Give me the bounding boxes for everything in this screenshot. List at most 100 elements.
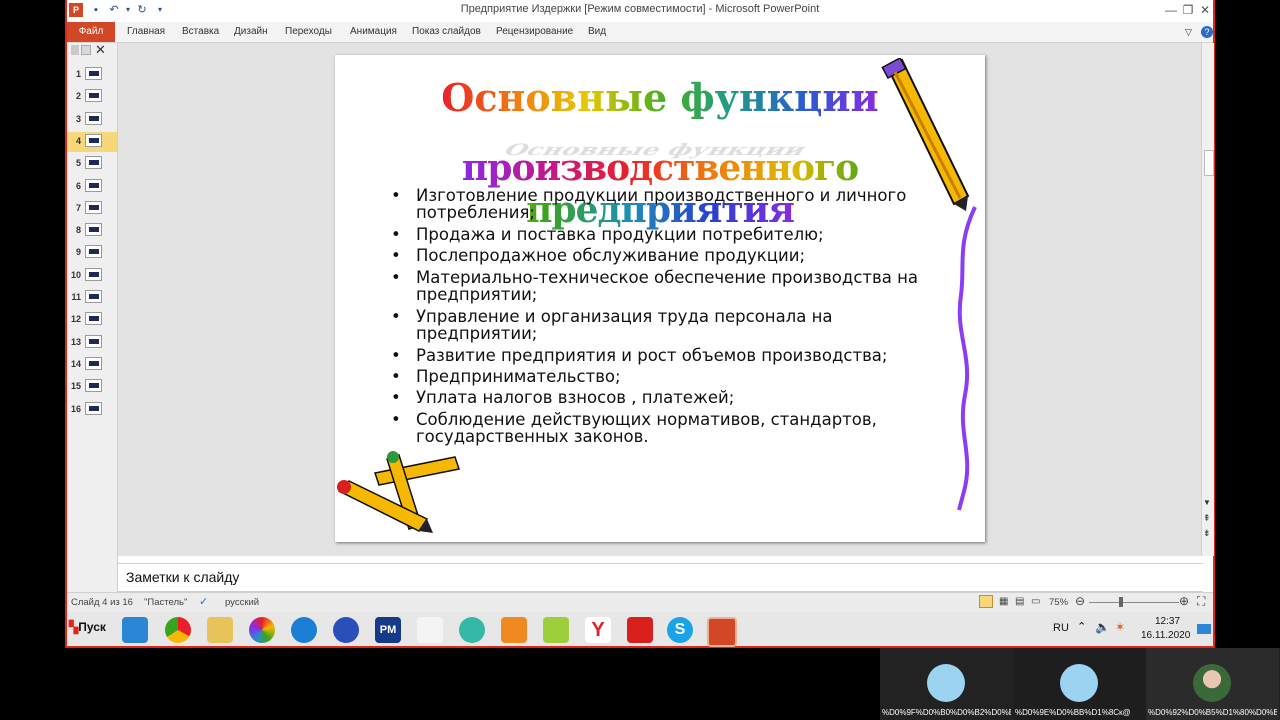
close-pane-icon[interactable]: ✕ [95, 42, 106, 58]
previous-slide-icon[interactable]: ⇞ [1203, 513, 1211, 524]
teamspeak-icon[interactable] [459, 617, 485, 643]
bullet-item: • Изготовление продукции производственног… [391, 187, 956, 221]
tab-home[interactable]: Главная [127, 22, 165, 42]
tray-expand-icon[interactable]: ⌃ [1077, 620, 1086, 633]
slide-sorter-icon[interactable]: ▦ [999, 596, 1008, 607]
tab-transitions[interactable]: Переходы [285, 22, 332, 42]
slide-thumbnail[interactable]: 13 [67, 333, 117, 353]
tab-insert[interactable]: Вставка [182, 22, 219, 42]
slide-thumbnail[interactable]: 3 [67, 110, 117, 130]
zoom-slider[interactable] [1089, 602, 1179, 603]
pm-app-icon[interactable]: PM [375, 617, 401, 643]
chrome-icon[interactable] [165, 617, 191, 643]
slide-thumbnail[interactable]: 16 [67, 400, 117, 420]
restore-button[interactable]: ❐ [1180, 2, 1196, 18]
parrot-app-icon[interactable] [501, 617, 527, 643]
zoom-slider-thumb[interactable] [1119, 597, 1123, 607]
slide-number: 2 [75, 91, 81, 102]
slide-number: 3 [75, 113, 81, 124]
participant-tile[interactable]: %D0%92%D0%B5%D1%80%D0%B0... [1146, 648, 1279, 720]
show-desktop-icon[interactable] [1197, 624, 1211, 634]
notes-pane[interactable]: Заметки к слайду [118, 563, 1203, 592]
slide-thumbnail[interactable]: 6 [67, 177, 117, 197]
clock-time[interactable]: 12:37 [1155, 616, 1180, 627]
slide-show-icon[interactable]: ▭ [1031, 596, 1040, 607]
bullet-dot-icon: • [391, 186, 401, 205]
slide-number: 13 [70, 336, 81, 347]
zoom-level[interactable]: 75% [1049, 597, 1068, 608]
spellcheck-icon[interactable]: ✓ [199, 595, 208, 608]
slide-preview-content [89, 137, 99, 143]
next-slide-icon[interactable]: ⇟ [1203, 528, 1211, 539]
participant-tile[interactable]: %D0%9E%D0%BB%D1%8Cк@ [1013, 648, 1146, 720]
slide-thumbnail[interactable]: 9 [67, 243, 117, 263]
slide-canvas[interactable]: Основные функции Основные функции произв… [335, 55, 985, 542]
slide-thumbnail[interactable]: 1 [67, 65, 117, 85]
bullet-dot-icon: • [391, 346, 401, 365]
tab-file[interactable]: Файл [67, 22, 115, 42]
scroll-down-arrow-icon[interactable]: ▼ [1203, 498, 1211, 507]
slide-thumbnail[interactable]: 10 [67, 266, 117, 286]
yandex-browser-icon[interactable]: Y [585, 617, 611, 643]
ts-app-icon[interactable] [333, 617, 359, 643]
bullet-text: Продажа и поставка продукции потребителю… [416, 225, 824, 244]
vertical-scrollbar[interactable]: ▼ ⇞ ⇟ [1201, 43, 1214, 556]
file-explorer-icon[interactable] [207, 617, 233, 643]
minimize-button[interactable]: — [1163, 2, 1179, 18]
photo-viewer-icon[interactable] [249, 617, 275, 643]
slide-number: 1 [75, 69, 81, 79]
zoom-out-icon[interactable]: ⊖ [1075, 594, 1085, 608]
language[interactable]: русский [225, 597, 259, 608]
input-language[interactable]: RU [1053, 622, 1069, 634]
help-icon[interactable]: ? [1201, 26, 1213, 38]
slide-preview-content [89, 204, 99, 210]
network-icon[interactable]: ✶ [1115, 620, 1125, 634]
ribbon-minimize-icon[interactable]: ▽ [1185, 22, 1192, 42]
close-button[interactable]: ✕ [1197, 2, 1213, 18]
slide-preview [85, 200, 102, 214]
clock-date[interactable]: 16.11.2020 [1141, 630, 1190, 641]
user-photo-avatar [1193, 664, 1231, 702]
slide-thumbnail[interactable]: 5 [67, 154, 117, 174]
skype-icon[interactable]: S [667, 617, 693, 643]
slide-thumbnail[interactable]: 12 [67, 310, 117, 330]
tab-review[interactable]: Рецензирование [496, 22, 573, 42]
video-participants-bar: %D0%9F%D0%B0%D0%B2%D0%B... %D0%9E%D0%BB%… [880, 648, 1280, 720]
tab-view[interactable]: Вид [588, 22, 606, 42]
media-player-icon[interactable] [122, 617, 148, 643]
zoom-in-icon[interactable]: ⊕ [1179, 594, 1189, 608]
fit-to-window-icon[interactable]: ⛶ [1197, 594, 1205, 609]
slide-thumbnail[interactable]: 8 [67, 221, 117, 241]
start-button[interactable]: ▚Пуск [69, 620, 113, 640]
slide-number: 6 [75, 180, 81, 191]
powerpoint-taskbar-icon[interactable] [707, 617, 737, 647]
slide-preview [85, 111, 102, 125]
maps-app-icon[interactable] [543, 617, 569, 643]
scroll-thumb[interactable] [1204, 150, 1214, 176]
reading-view-icon[interactable]: ▤ [1015, 596, 1024, 607]
slide-title-line1: Основные функции [335, 75, 985, 120]
slide-thumbnail[interactable]: 2 [67, 87, 117, 107]
bird-app-icon[interactable] [417, 617, 443, 643]
tab-design[interactable]: Дизайн [234, 22, 268, 42]
slide-preview-content [89, 93, 99, 99]
slide-number: 11 [71, 292, 81, 302]
slide-thumbnail[interactable]: 14 [67, 355, 117, 375]
slide-preview [85, 290, 102, 303]
slide-number: 14 [70, 358, 81, 369]
globe-app-icon[interactable] [291, 617, 317, 643]
slide-thumbnail[interactable]: 7 [67, 199, 117, 219]
slide-preview [85, 156, 102, 170]
outline-tab-icon[interactable] [71, 45, 79, 55]
slide-preview [85, 89, 102, 103]
slides-tab-icon[interactable] [81, 45, 91, 55]
volume-icon[interactable]: 🔈 [1095, 620, 1110, 634]
slide-thumbnail[interactable]: 11 [67, 288, 117, 308]
tab-animations[interactable]: Анимация [350, 22, 397, 42]
normal-view-icon[interactable] [979, 595, 993, 608]
slide-thumbnail[interactable]: 4 [67, 131, 117, 152]
participant-tile[interactable]: %D0%9F%D0%B0%D0%B2%D0%B... [880, 648, 1013, 720]
tab-slide-show[interactable]: Показ слайдов [412, 22, 481, 42]
pdf-reader-icon[interactable] [627, 617, 653, 643]
slide-thumbnail[interactable]: 15 [67, 377, 117, 397]
